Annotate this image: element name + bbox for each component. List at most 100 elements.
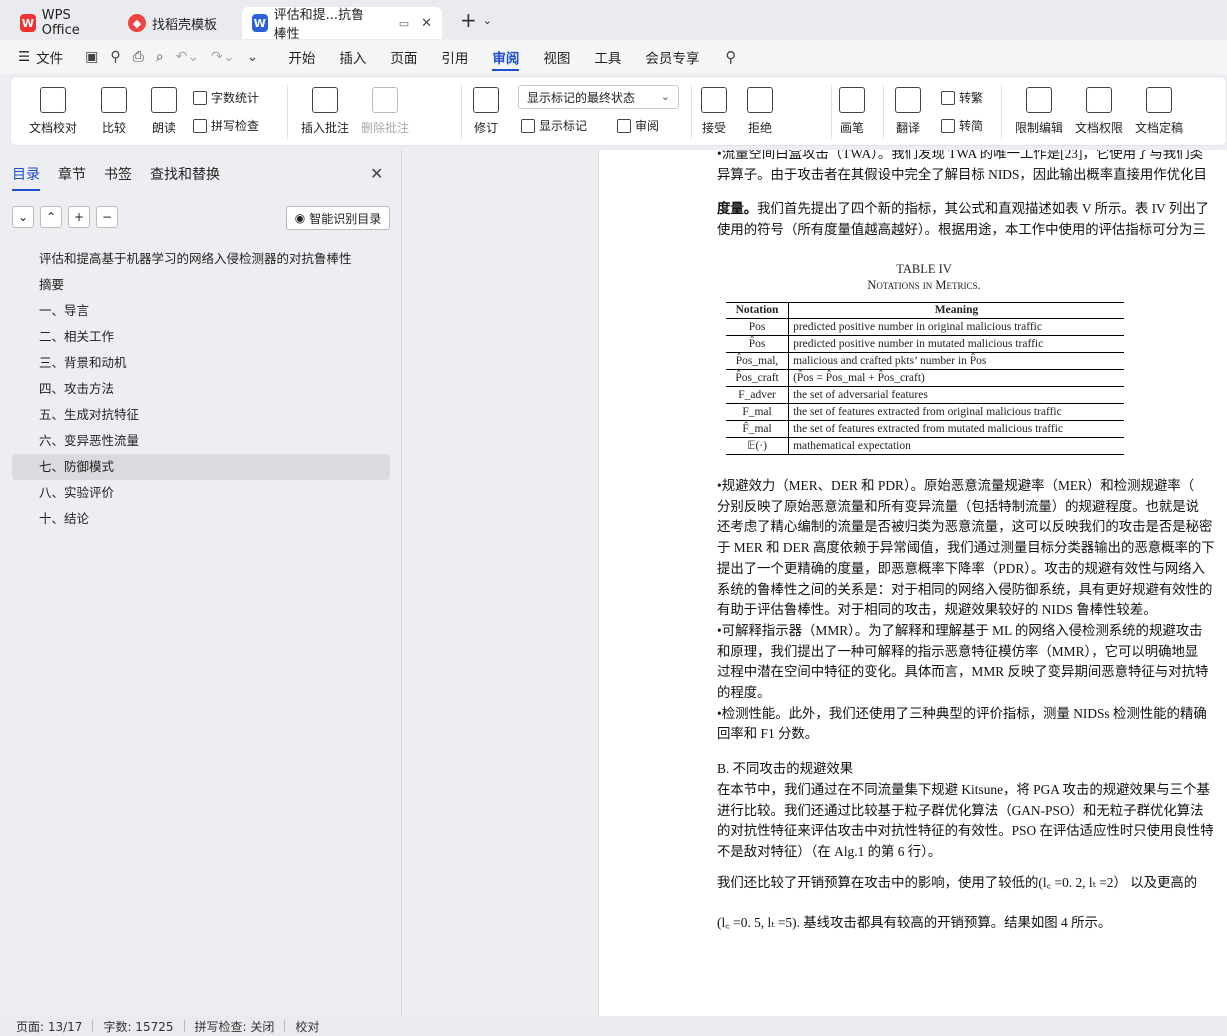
menu-member[interactable]: 会员专享 [633,40,711,74]
read-aloud-button[interactable]: 朗读 [151,87,177,136]
tab-list-chevron-icon[interactable]: ⌄ [483,14,492,27]
print-preview-icon[interactable]: ⌕ [156,49,164,65]
translate-button[interactable]: 翻译 [895,87,921,136]
paragraph-line: 使用的符号（所有度量值越高越好）。根据用途，本工作中使用的评估指标可分为三 [717,221,1206,237]
show-markup-button[interactable]: 显示标记 [521,117,587,134]
tab-toc[interactable]: 目录 [12,164,40,191]
page-indicator[interactable]: 页面: 13/17 [0,1018,92,1035]
toc-item[interactable]: 二、相关工作 [12,324,390,350]
reject-button[interactable]: 拒绝 [747,87,773,136]
insert-comment-button[interactable]: 插入批注 [301,87,349,136]
toc-item[interactable]: 八、实验评价 [12,480,390,506]
word-count-icon [193,90,207,105]
markup-state-select[interactable]: 显示标记的最终状态 ⌄ [518,85,679,109]
collapse-up-icon[interactable]: ⌃ [40,206,62,228]
doc-finalize-button[interactable]: 文档定稿 [1135,87,1183,136]
doc-permission-label: 文档权限 [1075,121,1124,135]
paragraph-line: •检测性能。此外，我们还使用了三种典型的评价指标，测量 NIDSs 检测性能的精… [717,705,1207,721]
tab-bookmarks[interactable]: 书签 [104,164,132,184]
menu-review[interactable]: 审阅 [480,40,531,74]
paragraph-line: •流量空间白盒攻击（TWA）。我们发现 TWA 的唯一工作是[23]，它使用了与… [717,150,1203,161]
toc-item[interactable]: 五、生成对抗特征 [12,402,390,428]
menu-page[interactable]: 页面 [378,40,429,74]
revise-button[interactable]: 修订 [473,87,499,136]
file-menu[interactable]: ☰ 文件 [0,40,75,74]
doc-check-button[interactable]: 文档校对 [29,87,77,136]
pen-button[interactable]: 画笔 [839,87,865,136]
divider [883,85,884,139]
redo-icon[interactable]: ↷⌄ [211,49,234,65]
toc-item[interactable]: 三、背景和动机 [12,350,390,376]
more-chevron-icon[interactable]: ⌄ [247,49,259,65]
meaning-cell: mathematical expectation [788,437,1124,455]
to-traditional-label: 转繁 [959,91,984,105]
paragraph-line: •可解释指示器（MMR）。为了解释和理解基于 ML 的网络入侵检测系统的规避攻击 [717,622,1203,638]
delete-comment-button[interactable]: 删除批注 [361,87,409,136]
toc-list: 评估和提高基于机器学习的网络入侵检测器的对抗鲁棒性 摘要 一、导言 二、相关工作 三、背… [12,246,390,532]
tab-find-replace[interactable]: 查找和替换 [150,164,220,184]
toc-item[interactable]: 十、结论 [12,506,390,532]
toc-item[interactable]: 一、导言 [12,298,390,324]
to-simplified-label: 转简 [959,119,984,133]
search-icon[interactable]: ⚲ [725,48,736,66]
tab-document[interactable]: W 评估和提...抗鲁棒性 ▭ ✕ [242,7,442,42]
tab-template[interactable]: ◆ 找稻壳模板 [118,7,238,39]
undo-icon[interactable]: ↶⌄ [176,49,199,65]
review-pane-button[interactable]: 审阅 [617,117,659,134]
remove-icon[interactable]: − [96,206,118,228]
paragraph-line: 提出了一个更精确的度量，即恶意概率下降率（PDR）。攻击的规避有效性与网络入 [717,560,1206,576]
spell-check-button[interactable]: 拼写检查 [193,117,259,134]
close-icon[interactable]: ✕ [370,164,383,183]
new-tab-icon[interactable]: + [460,8,477,32]
restrict-edit-button[interactable]: 限制编辑 [1015,87,1063,136]
divider [831,85,832,139]
word-count-indicator[interactable]: 字数: 15725 [93,1018,183,1035]
toc-item[interactable]: 评估和提高基于机器学习的网络入侵检测器的对抗鲁棒性 [12,246,390,272]
document-page[interactable]: •流量空间白盒攻击（TWA）。我们发现 TWA 的唯一工作是[23]，它使用了与… [598,150,1227,1016]
notation-cell: F̂_mal [726,420,790,438]
translate-icon [895,87,921,113]
meaning-cell: the set of adversarial features [788,386,1124,404]
toc-item[interactable]: 七、防御模式 [12,454,390,480]
menu-tools[interactable]: 工具 [582,40,633,74]
notation-cell: P̂os_craft [726,369,790,387]
document-canvas[interactable]: •流量空间白盒攻击（TWA）。我们发现 TWA 的唯一工作是[23]，它使用了与… [403,150,1227,1016]
to-simplified-button[interactable]: 转简 [941,117,983,134]
review-ribbon: 文档校对 比较 朗读 字数统计 拼写检查 插入批注 删除批注 修订 显示标记的最… [10,76,1227,146]
tab-wps-office[interactable]: W WPS Office [10,7,114,39]
compare-button[interactable]: 比较 [101,87,127,136]
paragraph-line: 不是敌对特征）（在 Alg.1 的第 6 行）。 [717,843,942,859]
save-icon[interactable]: ▣ [85,49,98,65]
menu-insert[interactable]: 插入 [327,40,378,74]
spell-check-status[interactable]: 拼写检查: 关闭 [185,1018,285,1035]
word-count-button[interactable]: 字数统计 [193,89,259,106]
toc-item[interactable]: 摘要 [12,272,390,298]
tab-label: WPS Office [41,8,80,38]
menu-view[interactable]: 视图 [531,40,582,74]
print-icon[interactable]: ⎙ [133,49,144,65]
toc-item[interactable]: 六、变异恶性流量 [12,428,390,454]
accept-button[interactable]: 接受 [701,87,727,136]
doc-permission-button[interactable]: 文档权限 [1075,87,1123,136]
pen-icon [839,87,865,113]
window-icon[interactable]: ▭ [399,17,409,30]
menu-start[interactable]: 开始 [276,40,327,74]
expand-down-icon[interactable]: ⌄ [12,206,34,228]
add-icon[interactable]: + [68,206,90,228]
proof-status[interactable]: 校对 [285,1018,329,1035]
doc-check-label: 文档校对 [29,121,78,135]
close-tab-icon[interactable]: ✕ [421,16,432,31]
menu-reference[interactable]: 引用 [429,40,480,74]
table-row: P̂os_craft (P̂os = P̂os_mal + P̂os_craft) [726,369,1124,387]
smart-toc-button[interactable]: ◉ 智能识别目录 [286,206,390,230]
tab-chapters[interactable]: 章节 [58,164,86,184]
revise-label: 修订 [473,121,498,135]
tab-label: 找稻壳模板 [152,17,218,33]
paragraph-line: 过程中潜在空间中特征的变化。具体而言，MMR 反映了变异期间恶意特征与对抗特 [717,664,1209,680]
toc-item[interactable]: 四、攻击方法 [12,376,390,402]
share-icon[interactable]: ⚲ [110,49,120,65]
paragraph-line: 进行比较。我们还通过比较基于粒子群优化算法（GAN-PSO）和无粒子群优化算法 [717,802,1204,818]
quick-access: ▣ ⚲ ⎙ ⌕ ↶⌄ ↷⌄ ⌄ [85,49,258,65]
revise-icon [473,87,499,113]
to-traditional-button[interactable]: 转繁 [941,89,983,106]
